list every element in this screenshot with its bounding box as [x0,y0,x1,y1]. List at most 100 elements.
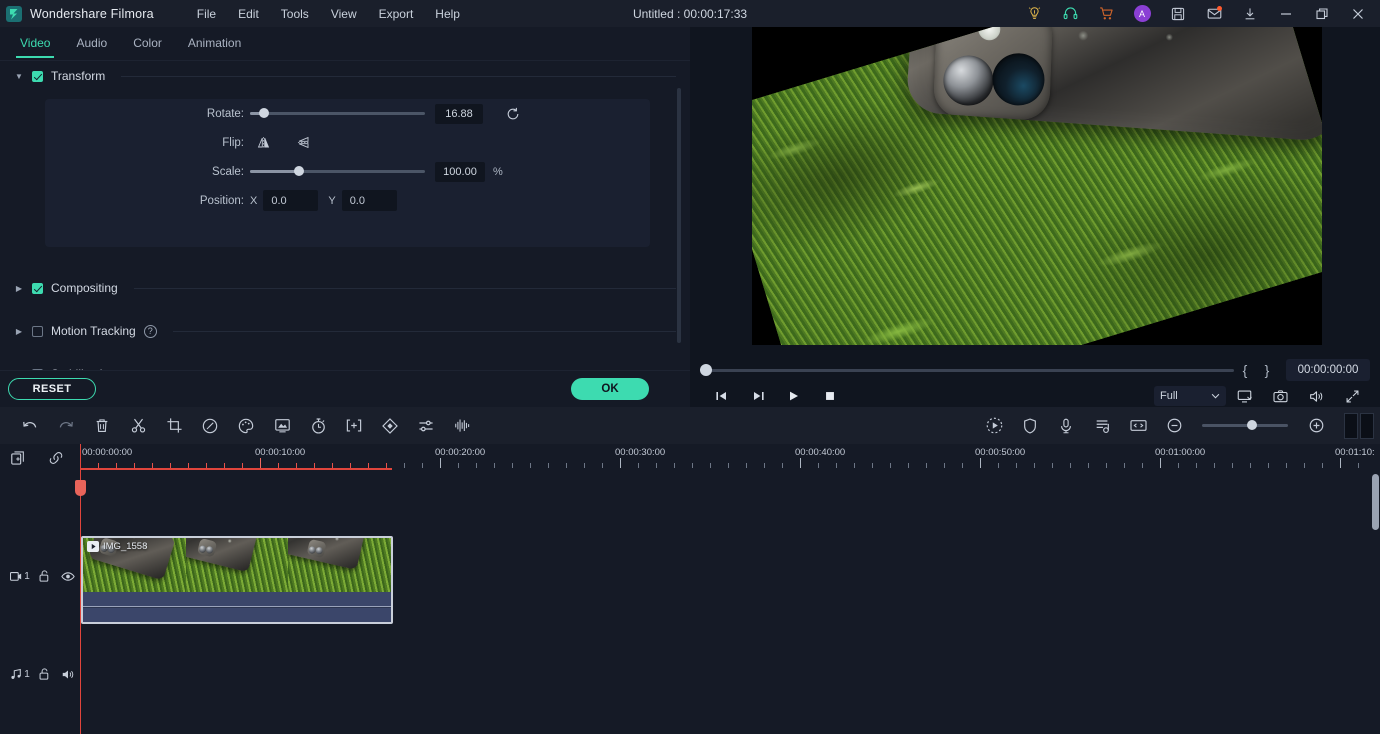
stopwatch-icon[interactable] [300,407,336,444]
step-back-button[interactable] [704,385,740,407]
scale-slider[interactable] [250,166,425,176]
fit-to-timeline-icon[interactable] [1120,407,1156,444]
help-icon[interactable]: ? [143,324,157,338]
quality-select[interactable]: Full [1154,386,1226,406]
rotate-slider[interactable] [250,108,425,118]
timeline-tracks: 1 IMG_1558 1 [0,474,1380,734]
redo-arrow-icon[interactable] [48,407,84,444]
thumbnail-display-toggle[interactable] [1344,412,1374,439]
timeline-vertical-scrollbar[interactable] [1372,474,1379,530]
palette-icon[interactable] [228,407,264,444]
add-track-icon[interactable] [10,450,26,466]
chevron-down-icon[interactable]: ▼ [14,72,24,81]
menu-edit[interactable]: Edit [227,3,270,25]
scale-slider-knob[interactable] [294,166,304,176]
download-icon[interactable] [1232,0,1268,27]
ruler-tick-minor [1232,463,1233,468]
reset-rotate-icon[interactable] [505,106,521,122]
audio-track-lock-icon[interactable] [32,667,56,681]
scale-value-field[interactable]: 100.00 [435,161,485,182]
timeline-clip[interactable]: IMG_1558 [81,536,393,624]
shopping-cart-icon[interactable] [1088,0,1124,27]
tab-audio[interactable]: Audio [64,29,119,58]
position-y-field[interactable]: 0.0 [341,190,397,211]
filmora-logo-icon [6,5,22,22]
playhead[interactable] [75,444,86,734]
position-row: Position: X 0.0 Y 0.0 [45,186,650,215]
step-forward-button[interactable] [740,385,776,407]
section-transform-header[interactable]: ▼ Transform [0,61,690,91]
chroma-key-icon[interactable] [264,407,300,444]
crop-icon[interactable] [156,407,192,444]
motion-tracking-checkbox[interactable] [32,325,43,337]
microphone-icon[interactable] [1048,407,1084,444]
timeline-zoom-knob[interactable] [1246,420,1257,430]
ok-button[interactable]: OK [571,378,649,400]
support-headset-icon[interactable] [1052,0,1088,27]
volume-speaker-icon[interactable] [1298,385,1334,407]
zoom-in-icon[interactable] [1298,407,1334,444]
menu-tools[interactable]: Tools [270,3,320,25]
audio-mixer-icon[interactable] [1084,407,1120,444]
mark-out-button[interactable]: } [1256,362,1278,378]
snapshot-camera-icon[interactable] [1262,385,1298,407]
waveform-icon[interactable] [444,407,480,444]
compositing-checkbox[interactable] [32,282,43,294]
link-clips-icon[interactable] [48,450,64,466]
scissors-icon[interactable] [120,407,156,444]
menu-export[interactable]: Export [368,3,425,25]
zoom-out-icon[interactable] [1156,407,1192,444]
section-transform-label: Transform [51,69,106,83]
rotate-slider-knob[interactable] [259,108,269,118]
close-icon[interactable] [1340,0,1376,27]
audio-track-mute-icon[interactable] [56,668,80,681]
rotate-value-field[interactable]: 16.88 [435,103,483,124]
diamond-keyframe-icon[interactable] [372,407,408,444]
feedback-mail-icon[interactable] [1196,0,1232,27]
minimize-icon[interactable] [1268,0,1304,27]
video-track-lock-icon[interactable] [32,569,56,583]
fullscreen-icon[interactable] [1334,385,1370,407]
playhead-handle[interactable] [75,480,86,496]
scale-label: Scale: [212,165,244,178]
sliders-icon[interactable] [408,407,444,444]
save-project-icon[interactable] [1160,0,1196,27]
preview-scrubber[interactable] [700,363,1234,376]
stop-button[interactable] [812,385,848,407]
tips-bulb-icon[interactable] [1016,0,1052,27]
account-avatar-icon[interactable]: A [1124,0,1160,27]
trash-icon[interactable] [84,407,120,444]
transform-checkbox[interactable] [32,70,43,82]
flip-horizontal-icon[interactable] [250,135,276,150]
properties-scrollbar[interactable] [677,88,681,343]
tab-animation[interactable]: Animation [176,29,253,58]
timeline-ruler[interactable]: 00:00:00:00 00:00:10:00 00:00:20:00 00:0… [80,444,1375,474]
speedometer-icon[interactable] [192,407,228,444]
maximize-icon[interactable] [1304,0,1340,27]
snapshot-to-track-button[interactable] [1226,385,1262,407]
render-preview-icon[interactable] [976,407,1012,444]
shield-marker-icon[interactable] [1012,407,1048,444]
section-compositing-header[interactable]: ▶ Compositing [0,273,690,303]
preview-scrubber-knob[interactable] [700,363,712,376]
chevron-right-icon[interactable]: ▶ [14,284,24,293]
reset-button[interactable]: RESET [8,378,96,400]
tab-color[interactable]: Color [121,29,174,58]
undo-arrow-icon[interactable] [12,407,48,444]
video-track-eye-icon[interactable] [56,571,80,582]
chevron-right-icon[interactable]: ▶ [14,327,24,336]
menu-file[interactable]: File [186,3,227,25]
tab-video[interactable]: Video [8,29,62,58]
scale-unit-label: % [493,165,503,178]
preview-timecode[interactable]: 00:00:00:00 [1286,359,1370,381]
flip-vertical-icon[interactable] [290,135,316,150]
mark-in-button[interactable]: { [1234,362,1256,378]
preview-stage[interactable] [752,27,1322,345]
play-button[interactable] [776,385,812,407]
menu-view[interactable]: View [320,3,368,25]
menu-help[interactable]: Help [424,3,471,25]
reframe-brackets-icon[interactable] [336,407,372,444]
timeline-zoom-slider[interactable] [1202,420,1288,430]
position-x-field[interactable]: 0.0 [263,190,319,211]
section-motion-tracking-header[interactable]: ▶ Motion Tracking ? [0,316,690,346]
